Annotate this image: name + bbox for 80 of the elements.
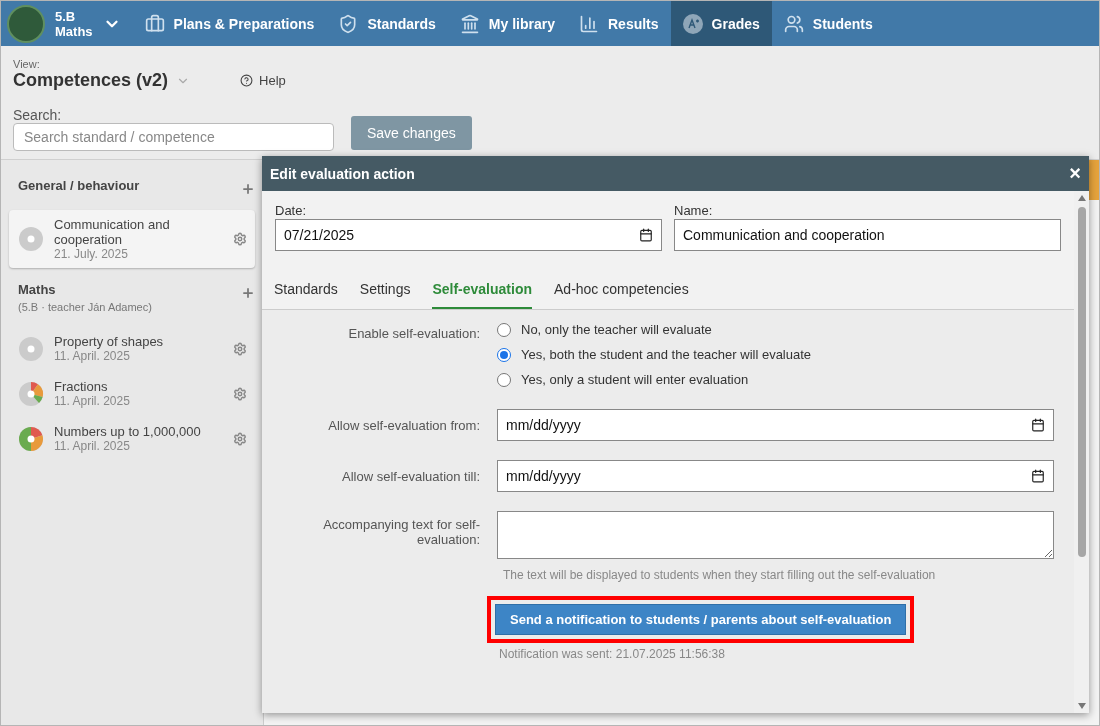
competence-name: Communication and cooperation (54, 217, 171, 247)
group-subtitle: (5.B · teacher Ján Adamec) (18, 301, 152, 313)
field-label: Enable self-evaluation: (347, 326, 480, 341)
nav-tab[interactable]: Grades (670, 1, 772, 46)
calendar-icon[interactable] (639, 228, 653, 242)
radio-label: Yes, both the student and the teacher will evaluate (521, 347, 812, 362)
search-label: Search: (13, 107, 63, 123)
nav-tab[interactable]: Results (567, 1, 671, 46)
calendar-icon[interactable] (1031, 418, 1045, 432)
bar-chart-icon (579, 13, 599, 34)
settings-icon[interactable] (233, 232, 247, 246)
class-name: 5.B (55, 8, 77, 24)
shield-check-icon (338, 13, 359, 34)
date-field[interactable]: mm/dd/yyyy (497, 460, 1054, 492)
name-field[interactable]: Communication and cooperation (674, 219, 1061, 251)
field-label: Allow self-evaluation till: (341, 468, 480, 484)
progress-pie-icon (18, 335, 44, 362)
dialog-tab[interactable]: Settings (359, 281, 411, 309)
progress-pie-icon (18, 226, 44, 252)
grade-icon (682, 13, 703, 34)
nav-tab[interactable]: Students (771, 1, 885, 46)
nav-tab[interactable]: Plans & Preparations (132, 1, 327, 46)
competence-item[interactable]: Numbers up to 1,000,000 11. April. 2025 (9, 417, 255, 460)
progress-pie-icon (18, 380, 44, 407)
date-field[interactable]: 07/21/2025 (275, 219, 662, 251)
group-title: General / behaviour (18, 178, 140, 193)
help-icon (240, 74, 254, 87)
field-label: Accompanying text for self-evaluation: (322, 517, 480, 547)
search-field[interactable]: Search standard / competence (13, 123, 334, 151)
scroll-up-icon[interactable] (1077, 195, 1086, 201)
radio-label: Yes, only a student will enter evaluation (521, 372, 749, 387)
help-link[interactable]: Help (240, 73, 286, 88)
nav-tab[interactable]: My library (447, 1, 567, 46)
competence-date: 11. April. 2025 (54, 349, 131, 363)
competence-item[interactable]: Communication and cooperation 21. July. 2025 (9, 210, 255, 268)
competence-name: Property of shapes (54, 334, 165, 349)
competence-item[interactable]: Fractions 11. April. 2025 (9, 372, 255, 415)
building-icon (459, 13, 480, 34)
settings-icon[interactable] (233, 386, 247, 401)
add-icon[interactable] (241, 182, 255, 196)
competence-name: Numbers up to 1,000,000 (54, 424, 202, 439)
competence-date: 11. April. 2025 (54, 394, 131, 408)
dialog-title: Edit evaluation action (270, 165, 415, 182)
competence-date: 21. July. 2025 (54, 247, 129, 261)
close-button[interactable]: × (1069, 162, 1081, 185)
notification-status: Notification was sent: 21.07.2025 11:56:38 (499, 647, 725, 661)
scroll-down-icon[interactable] (1077, 703, 1086, 709)
radio-option[interactable]: Yes, only a student will enter evaluation (497, 372, 1054, 387)
field-hint: The text will be displayed to students when they start filling out the self-evaluation (503, 568, 937, 582)
date-field[interactable]: mm/dd/yyyy (497, 409, 1054, 441)
radio-button[interactable] (497, 347, 511, 362)
calendar-icon[interactable] (1031, 469, 1045, 483)
briefcase-icon (144, 13, 165, 34)
radio-button[interactable] (497, 372, 511, 387)
radio-option[interactable]: No, only the teacher will evaluate (497, 322, 1054, 337)
class-avatar (7, 4, 45, 43)
field-label: Allow self-evaluation from: (327, 417, 480, 433)
date-label: Date: (275, 203, 308, 218)
competence-date: 11. April. 2025 (54, 439, 131, 453)
nav-tab[interactable]: Standards (326, 1, 448, 46)
settings-icon[interactable] (233, 341, 247, 356)
radio-label: No, only the teacher will evaluate (521, 322, 712, 337)
radio-option[interactable]: Yes, both the student and the teacher will evaluate (497, 347, 1054, 362)
progress-pie-icon (18, 425, 44, 452)
scrollbar[interactable] (1074, 191, 1089, 713)
notify-button[interactable]: Send a notification to students / parents about self-evaluation (495, 604, 907, 635)
view-caption: View: (13, 58, 41, 70)
competence-name: Fractions (54, 379, 109, 394)
radio-button[interactable] (497, 322, 511, 337)
group-title: Maths (18, 282, 57, 297)
competence-item[interactable]: Property of shapes 11. April. 2025 (9, 327, 255, 370)
name-label: Name: (674, 203, 714, 218)
dialog-tab[interactable]: Standards (274, 281, 338, 309)
subject-name: Maths (55, 23, 93, 39)
dialog-tab[interactable]: Ad-hoc competencies (554, 281, 689, 309)
add-icon[interactable] (241, 286, 255, 300)
view-title: Competences (v2) (13, 70, 169, 91)
text-area[interactable] (497, 511, 1054, 559)
settings-icon[interactable] (233, 431, 247, 446)
people-icon (783, 13, 804, 34)
